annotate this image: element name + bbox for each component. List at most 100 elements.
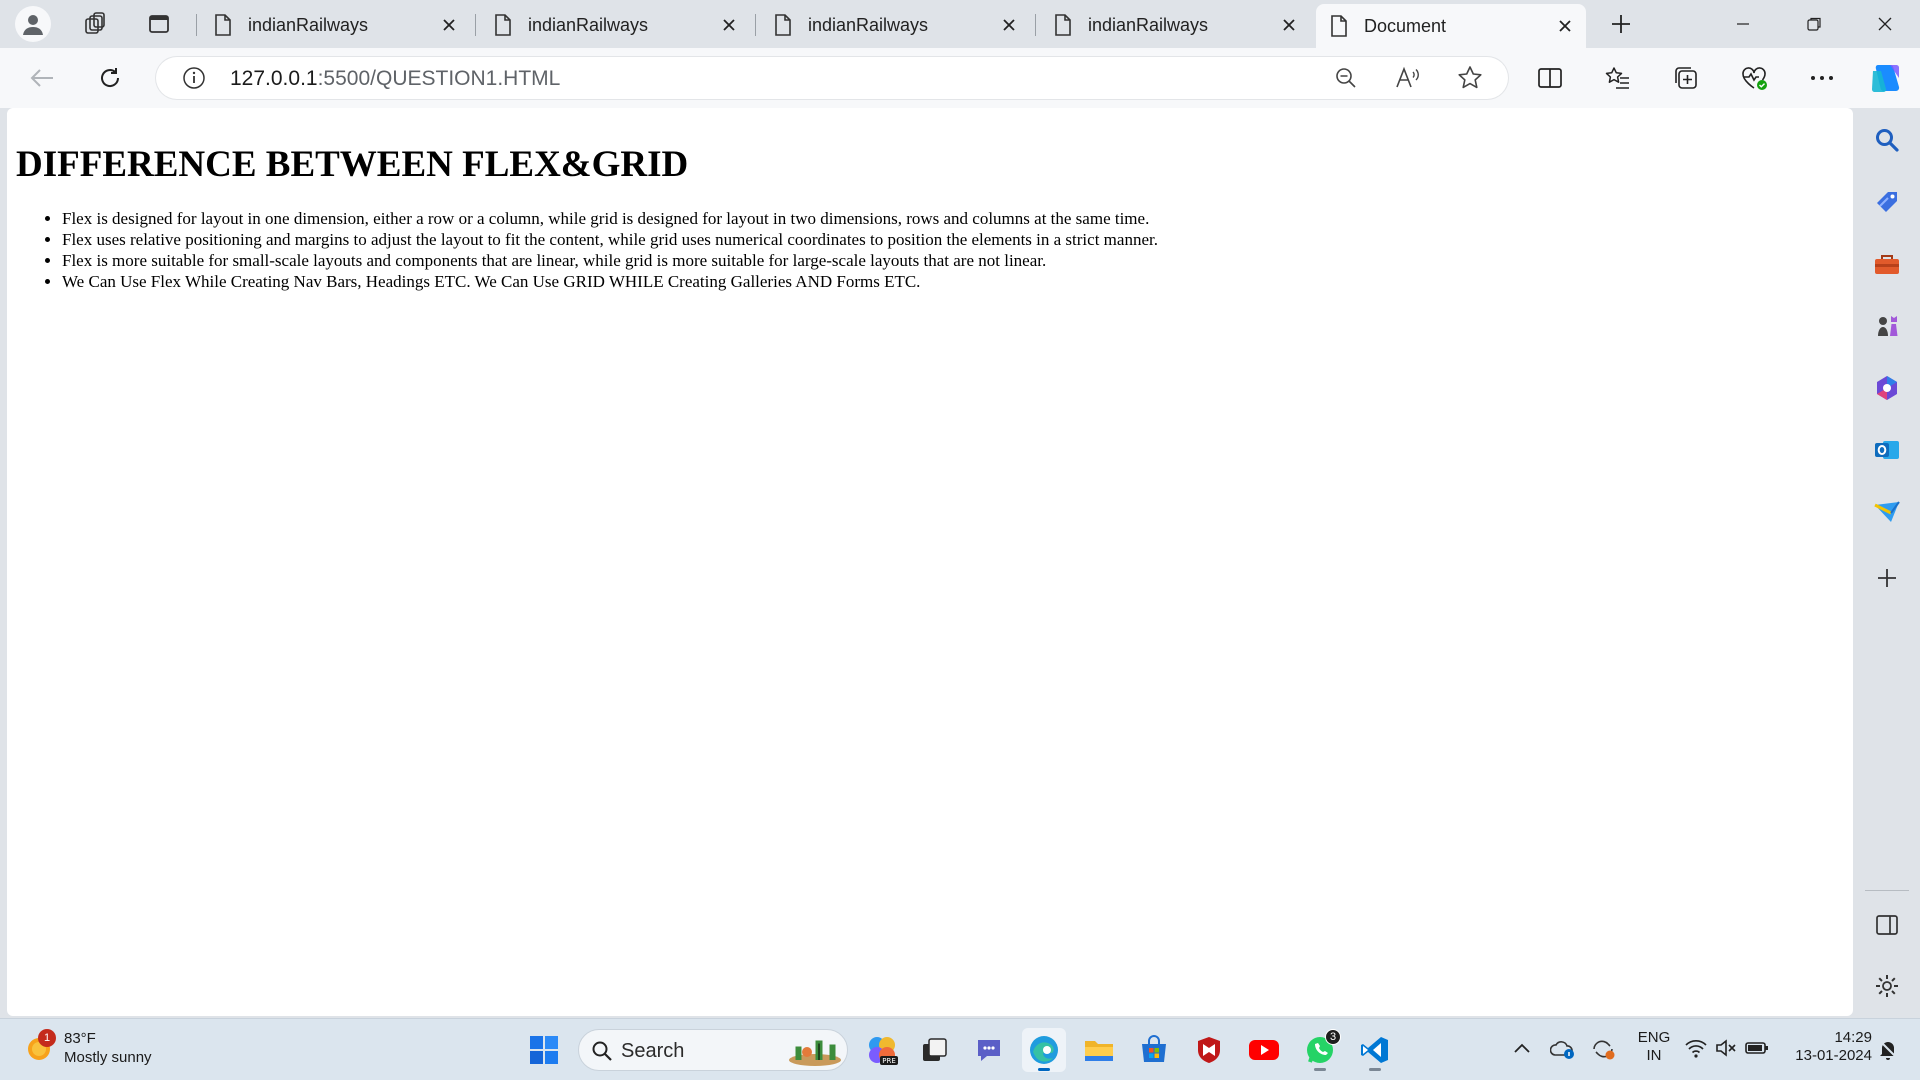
tab-title: indianRailways	[528, 14, 649, 35]
clock[interactable]: 14:29 13-01-2024	[1782, 1029, 1872, 1065]
sidebar-shopping-button[interactable]	[1867, 182, 1907, 222]
sync-tray-icon[interactable]	[1590, 1037, 1616, 1066]
browser-essentials-button[interactable]	[1734, 60, 1774, 96]
tab-actions-button[interactable]	[141, 6, 177, 42]
close-tab-button[interactable]	[1278, 14, 1300, 36]
taskbar-youtube[interactable]	[1242, 1028, 1286, 1072]
taskbar-search[interactable]: Search	[578, 1029, 848, 1071]
tab-separator	[755, 14, 756, 36]
back-arrow-icon	[30, 69, 53, 87]
drop-paper-plane-icon	[1874, 501, 1900, 522]
workspaces-button[interactable]	[77, 6, 113, 42]
tab-indianrailways-4[interactable]: indianRailways	[1040, 6, 1310, 44]
running-indicator	[1369, 1068, 1381, 1071]
taskbar-mcafee[interactable]	[1187, 1028, 1231, 1072]
settings-and-more-button[interactable]	[1802, 60, 1842, 96]
star-icon	[1458, 66, 1482, 89]
split-screen-icon	[1538, 68, 1562, 88]
more-icon	[1811, 76, 1833, 80]
taskbar-microsoft-store[interactable]	[1132, 1028, 1176, 1072]
sidebar-tools-button[interactable]	[1867, 244, 1907, 284]
taskbar-teams-chat[interactable]	[967, 1028, 1011, 1072]
zoom-out-icon	[1336, 68, 1356, 88]
search-icon	[1876, 129, 1899, 152]
taskbar-copilot-preview[interactable]: PRE	[860, 1028, 904, 1072]
close-icon	[443, 19, 455, 31]
page-icon	[1055, 14, 1071, 36]
weather-alert-badge: 1	[38, 1029, 56, 1047]
zoom-button[interactable]	[1328, 60, 1364, 96]
sidebar-outlook-button[interactable]	[1867, 430, 1907, 470]
refresh-button[interactable]	[90, 60, 130, 96]
favorites-button[interactable]	[1598, 60, 1638, 96]
close-icon	[723, 19, 735, 31]
read-aloud-button[interactable]	[1390, 60, 1426, 96]
close-icon	[1003, 19, 1015, 31]
language-region: IN	[1646, 1047, 1662, 1064]
chevron-up-icon	[1514, 1043, 1530, 1053]
weather-widget[interactable]: 1 83°F Mostly sunny	[24, 1029, 152, 1067]
taskbar-vscode[interactable]	[1353, 1028, 1397, 1072]
tab-indianrailways-1[interactable]: indianRailways	[200, 6, 470, 44]
restore-button[interactable]	[1779, 0, 1849, 48]
input-language[interactable]: ENG IN	[1634, 1029, 1674, 1065]
taskbar-whatsapp[interactable]: 3	[1298, 1028, 1342, 1072]
favorite-button[interactable]	[1452, 60, 1488, 96]
hide-sidebar-button[interactable]	[1867, 905, 1907, 945]
close-window-button[interactable]	[1850, 0, 1920, 48]
tab-indianrailways-3[interactable]: indianRailways	[760, 6, 1030, 44]
whatsapp-notification-badge: 3	[1325, 1029, 1341, 1045]
plus-icon	[1612, 15, 1630, 33]
close-tab-button[interactable]	[1554, 15, 1576, 37]
list-item: We Can Use Flex While Creating Nav Bars,…	[62, 271, 1844, 292]
split-screen-button[interactable]	[1530, 60, 1570, 96]
mcafee-shield-icon	[1198, 1037, 1220, 1063]
notifications-button[interactable]	[1876, 1037, 1900, 1066]
start-button[interactable]	[522, 1028, 566, 1072]
onedrive-tray-icon[interactable]	[1549, 1037, 1576, 1066]
copilot-preview-icon: PRE	[869, 1037, 898, 1065]
list-item: Flex uses relative positioning and margi…	[62, 229, 1844, 250]
tab-document[interactable]: Document	[1316, 4, 1586, 48]
microsoft365-icon	[1877, 376, 1897, 400]
search-icon	[592, 1041, 612, 1061]
battery-tray-icon[interactable]	[1744, 1037, 1770, 1064]
volume-tray-icon[interactable]	[1714, 1037, 1738, 1064]
sidebar-panel-icon	[1876, 915, 1898, 935]
collections-button[interactable]	[1666, 60, 1706, 96]
new-tab-button[interactable]	[1603, 6, 1639, 42]
url-text[interactable]: 127.0.0.1:5500/QUESTION1.HTML	[230, 67, 560, 91]
show-hidden-icons-button[interactable]	[1510, 1037, 1534, 1066]
sidebar-settings-button[interactable]	[1867, 966, 1907, 1006]
minimize-button[interactable]	[1708, 0, 1778, 48]
taskbar-task-view[interactable]	[913, 1028, 957, 1072]
taskbar-edge[interactable]	[1022, 1028, 1066, 1072]
close-tab-button[interactable]	[438, 14, 460, 36]
sidebar-microsoft365-button[interactable]	[1867, 368, 1907, 408]
sidebar-games-button[interactable]	[1867, 306, 1907, 346]
copilot-button[interactable]	[1866, 60, 1906, 96]
page-icon	[1331, 15, 1347, 37]
sidebar-add-button[interactable]	[1867, 558, 1907, 598]
language-code: ENG	[1637, 1029, 1671, 1046]
running-indicator	[1314, 1068, 1326, 1071]
tab-indianrailways-2[interactable]: indianRailways	[480, 6, 750, 44]
profile-button[interactable]	[15, 6, 51, 42]
close-tab-button[interactable]	[718, 14, 740, 36]
refresh-icon	[101, 68, 120, 87]
back-button[interactable]	[22, 60, 62, 96]
browser-toolbar: 127.0.0.1:5500/QUESTION1.HTML	[0, 48, 1920, 108]
wifi-tray-icon[interactable]	[1684, 1037, 1708, 1064]
search-highlight-icon	[789, 1040, 841, 1066]
search-label: Search	[621, 1040, 685, 1062]
site-info-button[interactable]	[176, 60, 212, 96]
url-path: :5500/QUESTION1.HTML	[317, 67, 561, 90]
close-tab-button[interactable]	[998, 14, 1020, 36]
taskbar-file-explorer[interactable]	[1077, 1028, 1121, 1072]
weather-condition: Mostly sunny	[64, 1049, 152, 1066]
address-bar[interactable]: 127.0.0.1:5500/QUESTION1.HTML	[156, 57, 1508, 99]
windows-logo-icon	[530, 1036, 558, 1064]
sidebar-search-button[interactable]	[1867, 120, 1907, 160]
tab-title: indianRailways	[808, 14, 929, 35]
sidebar-drop-button[interactable]	[1867, 492, 1907, 532]
